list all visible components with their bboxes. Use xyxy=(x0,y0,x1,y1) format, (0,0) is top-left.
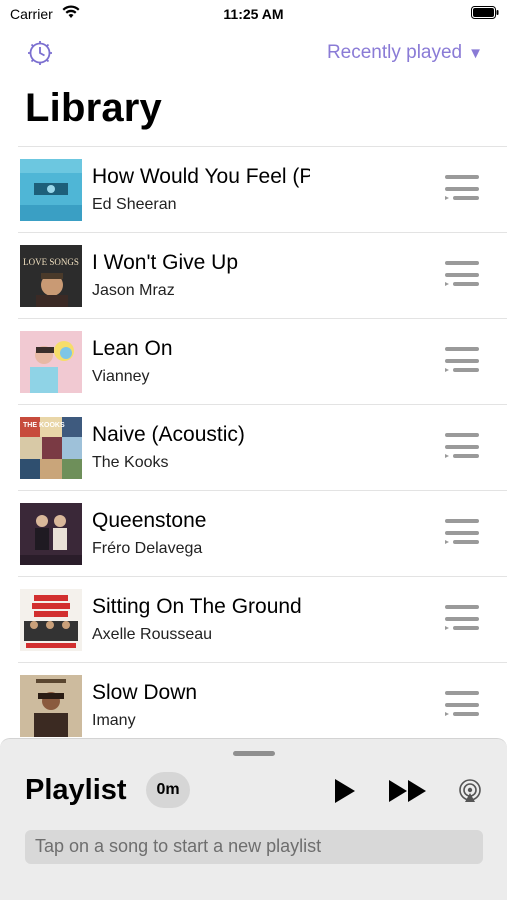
sort-label: Recently played xyxy=(326,42,463,63)
playlist-sheet: Playlist 0m Tap on a song to start a new… xyxy=(0,738,507,900)
sort-dropdown-button[interactable]: Recently played ▼ xyxy=(327,42,483,64)
album-art: LOVE SONGS xyxy=(20,245,82,307)
song-title: I Won't Give Up xyxy=(92,251,239,274)
airplay-icon[interactable] xyxy=(457,778,483,804)
status-bar: Carrier 11:25 AM xyxy=(0,0,507,28)
song-row[interactable]: Queenstone Fréro Delavega xyxy=(18,491,507,577)
album-art xyxy=(20,675,82,737)
settings-gear-icon[interactable] xyxy=(25,38,55,68)
song-title: Naive (Acoustic) xyxy=(92,423,245,446)
song-row[interactable]: Sitting On The Ground Axelle Rousseau xyxy=(18,577,507,663)
album-art xyxy=(20,589,82,651)
song-title: Slow Down xyxy=(92,681,198,704)
fast-forward-icon[interactable] xyxy=(388,779,428,803)
song-artist: The Kooks xyxy=(92,454,169,471)
drag-handle-icon[interactable] xyxy=(445,603,479,635)
playlist-hint-field: Tap on a song to start a new playlist xyxy=(25,830,483,864)
album-art xyxy=(20,159,82,221)
chevron-down-icon: ▼ xyxy=(468,44,483,62)
playlist-duration-badge: 0m xyxy=(146,772,190,808)
play-icon[interactable] xyxy=(332,777,358,805)
song-artist: Jason Mraz xyxy=(92,282,175,299)
song-artist: Fréro Delavega xyxy=(92,540,203,557)
sheet-grabber-handle[interactable] xyxy=(233,751,275,756)
song-title: Lean On xyxy=(92,337,173,360)
song-title: How Would You Feel (Paean) xyxy=(92,165,310,188)
song-row[interactable]: Slow Down Imany xyxy=(18,663,507,749)
playlist-title: Playlist xyxy=(25,774,127,806)
song-row[interactable]: THE KOOKS Naive (Acoustic) The Kooks xyxy=(18,405,507,491)
album-art-label: THE KOOKS xyxy=(23,422,65,429)
album-art-label: LOVE SONGS xyxy=(23,257,79,267)
song-artist: Axelle Rousseau xyxy=(92,626,213,643)
song-artist: Imany xyxy=(92,712,136,729)
song-row[interactable]: Lean On Vianney xyxy=(18,319,507,405)
drag-handle-icon[interactable] xyxy=(445,689,479,721)
song-artist: Vianney xyxy=(92,368,150,385)
song-title: Sitting On The Ground xyxy=(92,595,302,618)
drag-handle-icon[interactable] xyxy=(445,431,479,463)
album-art: THE KOOKS xyxy=(20,417,82,479)
song-list: How Would You Feel (Paean) Ed Sheeran LO… xyxy=(18,146,507,749)
song-title: Queenstone xyxy=(92,509,207,532)
album-art xyxy=(20,503,82,565)
song-artist: Ed Sheeran xyxy=(92,196,177,213)
drag-handle-icon[interactable] xyxy=(445,517,479,549)
battery-icon xyxy=(471,6,499,19)
page-title: Library xyxy=(25,86,163,130)
drag-handle-icon[interactable] xyxy=(445,259,479,291)
song-row[interactable]: How Would You Feel (Paean) Ed Sheeran xyxy=(18,147,507,233)
status-time: 11:25 AM xyxy=(223,6,284,22)
drag-handle-icon[interactable] xyxy=(445,345,479,377)
song-row[interactable]: LOVE SONGS I Won't Give Up Jason Mraz xyxy=(18,233,507,319)
drag-handle-icon[interactable] xyxy=(445,173,479,205)
album-art xyxy=(20,331,82,393)
